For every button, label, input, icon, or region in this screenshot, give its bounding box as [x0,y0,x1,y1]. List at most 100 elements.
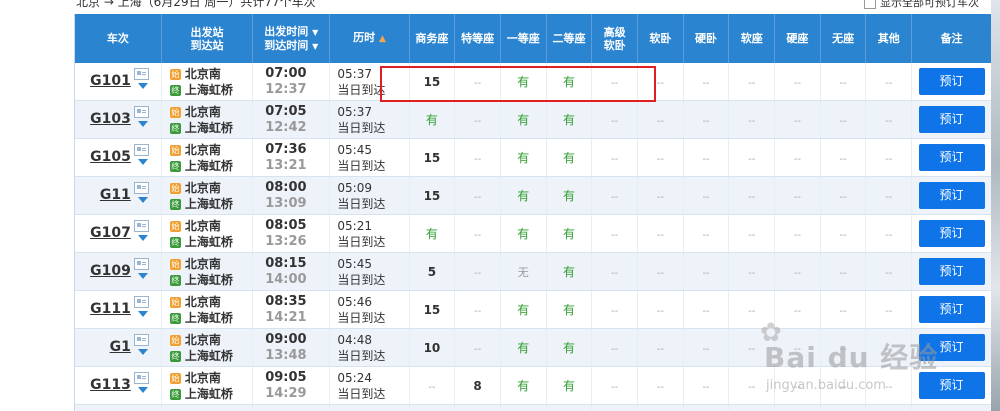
book-button[interactable]: 预订 [918,68,985,95]
train-number-link[interactable]: G101 [90,73,131,89]
hard-seat-cell: -- [774,176,821,215]
expand-arrow-icon[interactable] [137,387,148,393]
train-info-icon[interactable] [133,296,149,308]
start-station-icon: 始 [169,372,181,384]
second-class-cell: 有 [546,138,593,177]
train-number-link[interactable]: G11 [100,187,131,203]
from-station: 北京南 [184,332,221,347]
soft-sleeper-cell: -- [637,176,684,215]
train-info-icon[interactable] [133,372,149,384]
show-all-checkbox[interactable]: 显示全部可预订车次 [864,0,979,10]
partial-cell [500,404,547,411]
duration-cell: 05:09 当日到达 [329,176,410,215]
second-class-cell: 有 [546,100,593,139]
book-button[interactable]: 预订 [918,296,985,323]
header-hard-sleeper: 硬卧 [683,14,730,63]
train-info-icon[interactable] [133,258,149,270]
sort-asc-icon[interactable]: ▲ [379,34,386,44]
expand-arrow-icon[interactable] [137,273,148,279]
special-seat-cell: -- [454,252,501,291]
stations-cell: 始北京南终上海虹桥 [161,138,254,177]
train-info-icon[interactable] [133,182,149,194]
partial-cell [409,404,456,411]
advanced-soft-sleeper-cell: -- [591,328,639,367]
business-seat-cell: 15 [409,176,456,215]
business-seat-cell: -- [409,366,456,405]
train-info-icon[interactable] [133,106,149,118]
end-station-icon: 终 [169,122,181,134]
expand-arrow-icon[interactable] [137,235,148,241]
train-info-icon[interactable] [133,334,149,346]
other-cell: -- [865,63,913,101]
header-no-seat: 无座 [820,14,867,63]
header-business-seat: 商务座 [409,14,456,63]
partial-cell [252,404,331,411]
duration: 05:45 [337,256,372,271]
breadcrumb: 北京 → 上海（6月29日 周一）共计77个车次 [76,0,316,9]
second-class-cell: 有 [546,290,593,329]
train-number-link[interactable]: G1 [110,339,131,355]
train-number-link[interactable]: G113 [90,377,131,393]
arrival-time: 13:48 [265,347,307,363]
train-info-icon[interactable] [133,68,149,80]
duration: 05:46 [337,294,372,309]
table-row: G103 始北京南终上海虹桥 07:05 12:42 05:37 当日到达有 -- 有有 -- -… [75,100,991,139]
hard-sleeper-cell: -- [683,252,730,291]
same-day-arrival: 当日到达 [337,234,386,249]
table-row: G113 始北京南终上海虹桥 09:05 14:29 05:24 当日到达 -- 8 有有 -- -… [75,366,991,405]
header-times[interactable]: 出发时间 ▼ 到达时间 ▼ [252,14,331,63]
sort-icon[interactable]: ▼ [312,42,318,51]
expand-arrow-icon[interactable] [137,311,148,317]
train-info-icon[interactable] [133,220,149,232]
partial-cell [454,404,501,411]
header-duration[interactable]: 历时 ▲ [329,14,410,63]
partial-cell [774,404,821,411]
to-station: 上海虹桥 [184,158,233,173]
book-button[interactable]: 预订 [918,106,985,133]
expand-arrow-icon[interactable] [137,197,148,203]
times-cell: 09:05 14:29 [252,366,331,405]
book-button[interactable]: 预订 [918,334,985,361]
stations-cell: 始北京南终上海虹桥 [161,63,254,101]
times-cell: 09:00 13:48 [252,328,331,367]
departure-time: 09:00 [265,331,307,347]
sort-icon[interactable]: ▼ [312,28,318,37]
expand-arrow-icon[interactable] [137,121,148,127]
remark-cell: 预订 [911,176,991,215]
hard-seat-cell: -- [774,252,821,291]
business-seat-cell: 有 [409,214,456,253]
end-station-icon: 终 [169,198,181,210]
soft-seat-cell: -- [728,252,776,291]
train-number-link[interactable]: G111 [90,301,131,317]
soft-seat-cell: -- [728,328,776,367]
train-number-link[interactable]: G107 [90,225,131,241]
train-info-icon[interactable] [133,144,149,156]
remark-cell: 预订 [911,100,991,139]
book-button[interactable]: 预订 [918,258,985,285]
same-day-arrival: 当日到达 [337,196,386,211]
train-number-link[interactable]: G103 [90,111,131,127]
second-class-cell: 有 [546,63,593,101]
train-number-link[interactable]: G109 [90,263,131,279]
special-seat-cell: -- [454,100,501,139]
partial-cell [728,404,776,411]
departure-time: 07:00 [265,65,307,81]
checkbox-box[interactable] [864,0,876,9]
partial-cell [161,404,254,411]
first-class-cell: 有 [500,366,547,405]
end-station-icon: 终 [169,388,181,400]
train-number-link[interactable]: G105 [90,149,131,165]
to-station: 上海虹桥 [184,310,233,325]
stations-cell: 始北京南终上海虹桥 [161,290,254,329]
book-button[interactable]: 预订 [918,144,985,171]
book-button[interactable]: 预订 [918,372,985,399]
expand-arrow-icon[interactable] [137,159,148,165]
duration: 04:48 [337,332,372,347]
business-seat-cell: 15 [409,290,456,329]
book-button[interactable]: 预订 [918,220,985,247]
arrival-time: 13:09 [265,195,307,211]
book-button[interactable]: 预订 [918,182,985,209]
partial-cell [637,404,684,411]
expand-arrow-icon[interactable] [137,349,148,355]
expand-arrow-icon[interactable] [137,83,148,89]
